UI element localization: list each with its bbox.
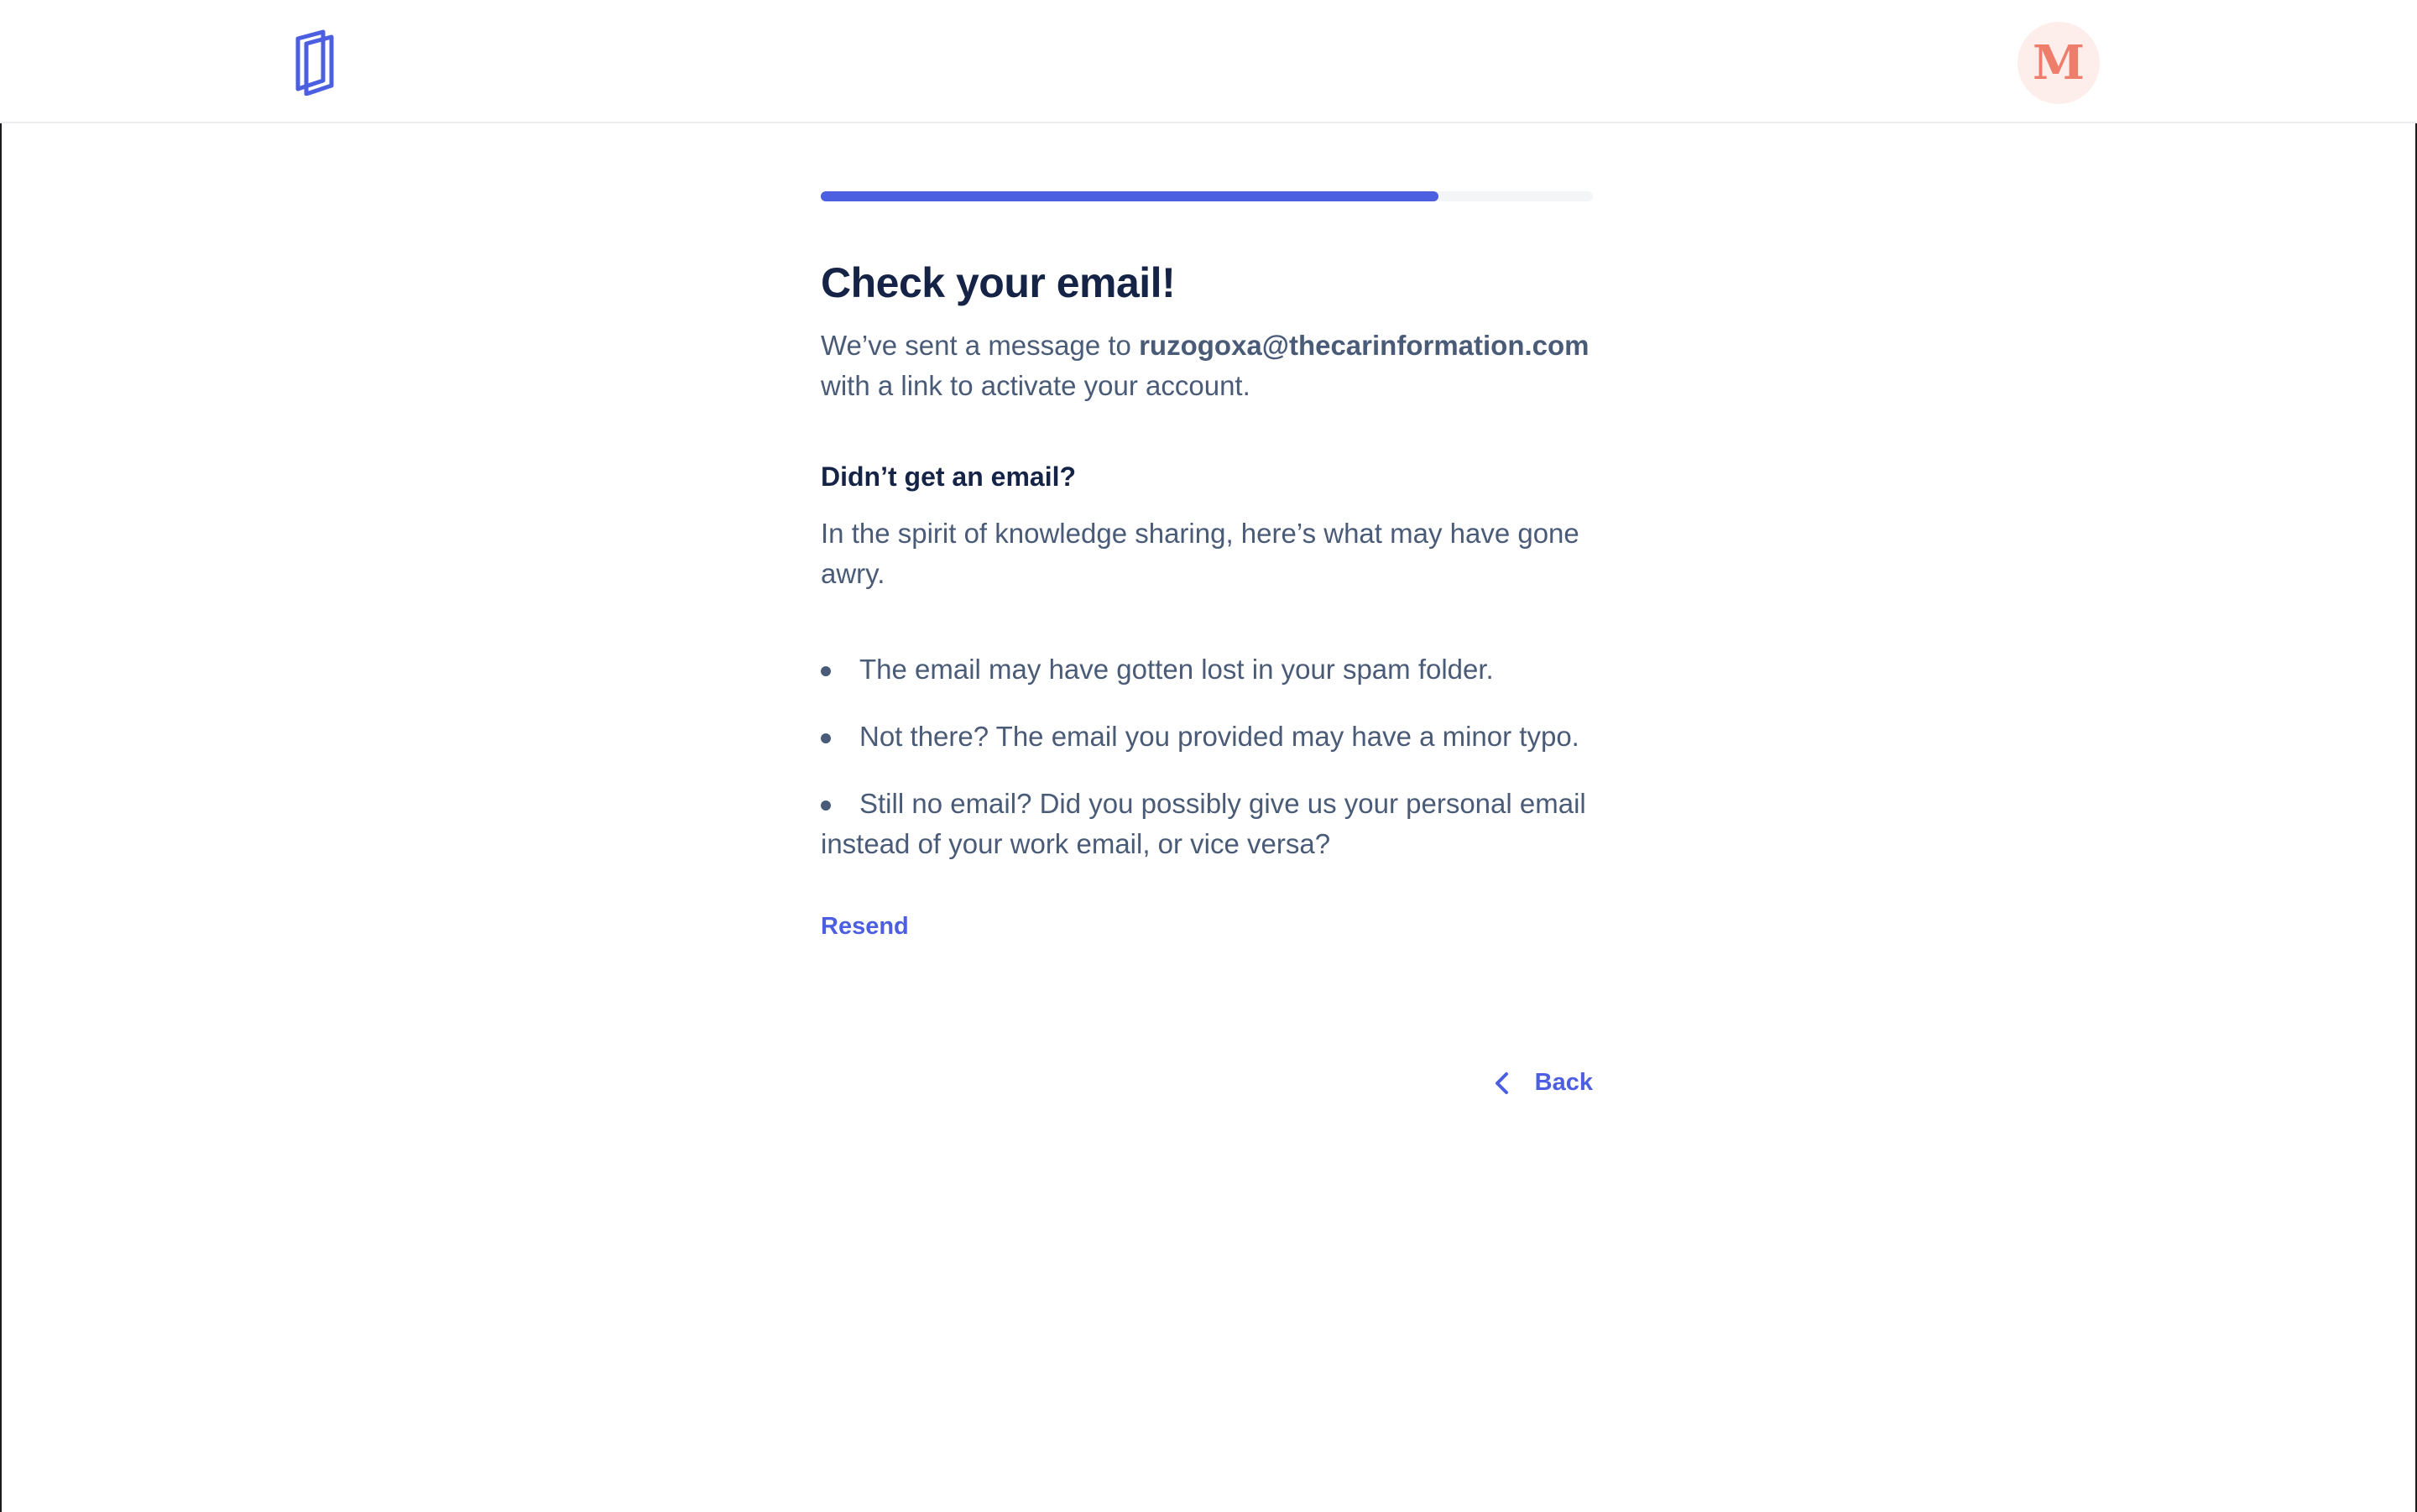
bullet-icon <box>821 733 831 743</box>
user-avatar[interactable]: M <box>2018 22 2100 104</box>
tip-text: Not there? The email you provided may ha… <box>859 721 1579 752</box>
tip-text: Still no email? Did you possibly give us… <box>821 788 1586 859</box>
signup-progress-bar <box>821 191 1593 201</box>
page-title: Check your email! <box>821 259 1176 306</box>
tip-text: The email may have gotten lost in your s… <box>859 654 1494 685</box>
resend-link[interactable]: Resend <box>821 913 909 941</box>
list-item: Not there? The email you provided may ha… <box>821 717 1593 757</box>
avatar-initial: M <box>2033 35 2085 91</box>
no-email-heading: Didn’t get an email? <box>821 461 1077 492</box>
top-navigation-bar: M <box>0 0 2417 123</box>
list-item: The email may have gotten lost in your s… <box>821 649 1593 690</box>
back-button[interactable]: Back <box>1493 1069 1593 1097</box>
back-label: Back <box>1534 1069 1593 1096</box>
chevron-left-icon <box>1495 1071 1508 1094</box>
sent-email-address: ruzogoxa@thecarinformation.com <box>1139 330 1590 361</box>
list-item: Still no email? Did you possibly give us… <box>821 784 1593 864</box>
troubleshooting-list: The email may have gotten lost in your s… <box>821 649 1593 891</box>
signup-progress-fill <box>821 191 1438 201</box>
sent-message-prefix: We’ve sent a message to <box>821 330 1140 361</box>
book-logo-icon[interactable] <box>290 29 337 96</box>
bullet-icon <box>821 800 831 811</box>
bullet-icon <box>821 666 831 676</box>
sent-message: We’ve sent a message to ruzogoxa@thecari… <box>821 326 1593 406</box>
no-email-intro: In the spirit of knowledge sharing, here… <box>821 518 1579 589</box>
sent-message-suffix: with a link to activate your account. <box>821 370 1250 401</box>
